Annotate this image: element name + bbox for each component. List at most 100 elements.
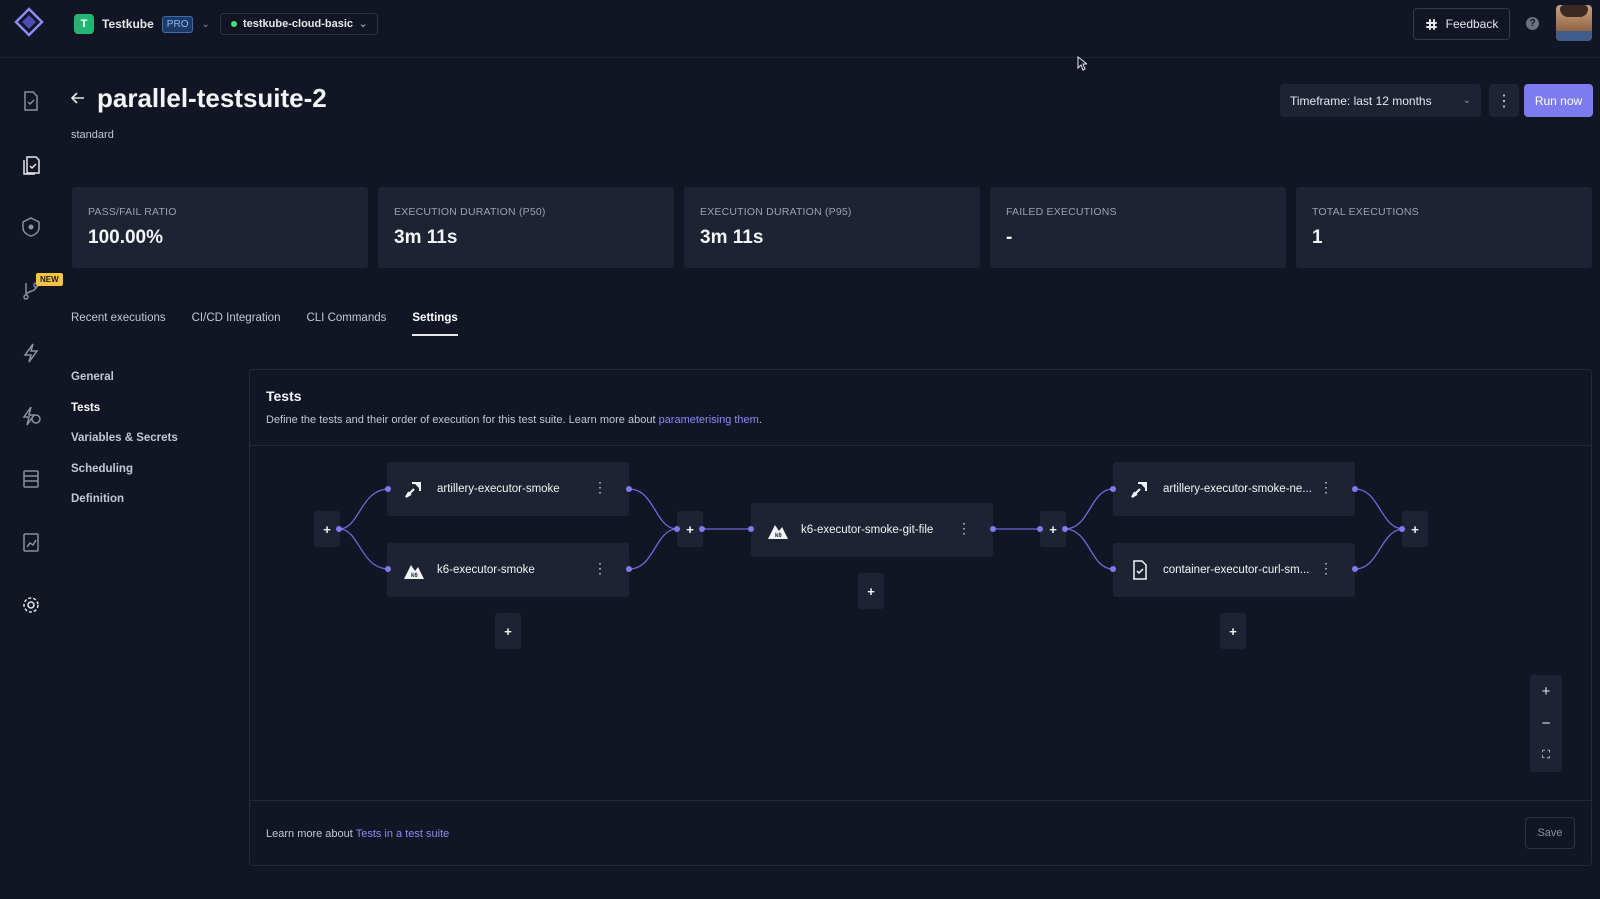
connector-dot: [626, 486, 632, 492]
test-node[interactable]: container-executor-curl-sm... ⋮: [1113, 543, 1355, 597]
environment-select[interactable]: testkube-cloud-basic ⌄: [220, 13, 379, 35]
test-node[interactable]: k6 k6-executor-smoke ⋮: [387, 543, 629, 597]
zoom-in-button[interactable]: +: [1530, 675, 1562, 707]
connector-dot: [1110, 566, 1116, 572]
timeframe-label: Timeframe: last 12 months: [1290, 93, 1432, 108]
connector-dot: [748, 526, 754, 532]
settings-nav-scheduling[interactable]: Scheduling: [71, 463, 178, 494]
k6-icon: k6: [768, 525, 788, 539]
panel-description: Define the tests and their order of exec…: [266, 414, 762, 426]
metric-label: EXECUTION DURATION (P95): [700, 206, 852, 218]
test-node[interactable]: k6 k6-executor-smoke-git-file ⋮: [751, 503, 993, 557]
file-icon: [1133, 560, 1147, 580]
test-node[interactable]: artillery-executor-smoke ⋮: [387, 462, 629, 516]
triggers-icon[interactable]: [20, 405, 42, 427]
page-title: parallel-testsuite-2: [97, 83, 327, 113]
save-button[interactable]: Save: [1525, 817, 1575, 849]
panel-title: Tests: [266, 388, 302, 404]
status-dot-icon: [231, 21, 237, 27]
connector-dot: [674, 526, 680, 532]
lightning-icon[interactable]: [20, 342, 42, 364]
feedback-button[interactable]: Feedback: [1413, 8, 1510, 40]
metric-duration-p95: EXECUTION DURATION (P95) 3m 11s: [684, 187, 980, 268]
tab-ci-cd-integration[interactable]: CI/CD Integration: [192, 312, 281, 336]
add-parallel-test-button[interactable]: +: [495, 613, 521, 649]
parameterising-link[interactable]: parameterising them: [659, 414, 759, 426]
add-parallel-test-button[interactable]: +: [1220, 613, 1246, 649]
connector-dot: [336, 526, 342, 532]
tests-in-suite-link[interactable]: Tests in a test suite: [356, 828, 450, 840]
connector-dot: [1110, 486, 1116, 492]
test-node-label: container-executor-curl-sm...: [1163, 564, 1310, 576]
divider: [250, 445, 1591, 446]
zoom-out-button[interactable]: −: [1530, 707, 1562, 739]
reports-icon[interactable]: [20, 531, 42, 553]
org-name: Testkube: [102, 17, 154, 31]
panel-footer: Learn more about Tests in a test suite: [266, 828, 450, 840]
gear-icon[interactable]: [20, 594, 42, 616]
node-menu-icon[interactable]: ⋮: [1319, 560, 1333, 577]
tab-cli-commands[interactable]: CLI Commands: [306, 312, 386, 336]
metric-label: PASS/FAIL RATIO: [88, 206, 177, 218]
run-now-button[interactable]: Run now: [1524, 84, 1593, 117]
testkube-logo-icon[interactable]: [14, 7, 44, 37]
svg-text:k6: k6: [775, 533, 782, 539]
timeframe-select[interactable]: Timeframe: last 12 months ⌄: [1280, 84, 1481, 117]
metric-value: 3m 11s: [700, 227, 764, 248]
more-options-button[interactable]: ⋮: [1489, 84, 1519, 117]
help-icon[interactable]: ?: [1526, 17, 1539, 30]
tab-bar: Recent executions CI/CD Integration CLI …: [71, 312, 459, 336]
metric-failed-executions: FAILED EXECUTIONS -: [990, 187, 1286, 268]
page-subtitle: standard: [71, 129, 114, 141]
node-menu-icon[interactable]: ⋮: [593, 479, 607, 496]
feedback-label: Feedback: [1445, 17, 1499, 31]
fit-view-button[interactable]: ⛶: [1530, 739, 1562, 771]
metric-value: 100.00%: [88, 227, 164, 248]
tests-panel: Tests Define the tests and their order o…: [249, 369, 1592, 866]
chevron-down-icon: ⌄: [1462, 95, 1471, 106]
metric-total-executions: TOTAL EXECUTIONS 1: [1296, 187, 1592, 268]
tab-recent-executions[interactable]: Recent executions: [71, 312, 166, 336]
plan-badge: PRO: [161, 15, 194, 33]
svg-text:k6: k6: [411, 573, 418, 579]
settings-nav-tests[interactable]: Tests: [71, 402, 178, 433]
divider: [250, 800, 1591, 801]
executors-icon[interactable]: [20, 468, 42, 490]
test-node[interactable]: artillery-executor-smoke-ne... ⋮: [1113, 462, 1355, 516]
environment-name: testkube-cloud-basic: [243, 18, 354, 30]
test-node-label: k6-executor-smoke: [437, 564, 535, 576]
slack-icon: [1425, 18, 1437, 30]
settings-nav-general[interactable]: General: [71, 371, 178, 402]
user-avatar[interactable]: [1556, 5, 1592, 41]
metric-value: -: [1006, 227, 1013, 248]
tab-settings[interactable]: Settings: [412, 312, 459, 336]
settings-nav-variables-secrets[interactable]: Variables & Secrets: [71, 432, 178, 463]
add-test-button[interactable]: +: [1402, 511, 1428, 547]
settings-nav: General Tests Variables & Secrets Schedu…: [71, 371, 178, 524]
node-menu-icon[interactable]: ⋮: [1319, 479, 1333, 496]
node-menu-icon[interactable]: ⋮: [957, 520, 971, 537]
org-switcher[interactable]: T Testkube PRO ⌄: [74, 14, 210, 34]
connector-dot: [1352, 566, 1358, 572]
connector-dot: [1352, 486, 1358, 492]
metric-label: TOTAL EXECUTIONS: [1312, 206, 1419, 218]
chevron-down-icon: ⌄: [359, 18, 368, 30]
add-parallel-test-button[interactable]: +: [858, 573, 884, 609]
back-arrow-icon[interactable]: [70, 90, 86, 106]
connector-dot: [699, 526, 705, 532]
metric-value: 1: [1312, 227, 1323, 248]
k6-icon: k6: [404, 565, 424, 579]
connector-dot: [1062, 526, 1068, 532]
metric-value: 3m 11s: [394, 227, 458, 248]
tests-icon[interactable]: [20, 90, 42, 112]
connector-dot: [385, 566, 391, 572]
shield-icon[interactable]: [20, 216, 42, 238]
new-badge: NEW: [36, 273, 63, 286]
mouse-cursor-icon: [1077, 56, 1087, 71]
sidebar: NEW: [0, 58, 63, 899]
node-menu-icon[interactable]: ⋮: [593, 560, 607, 577]
settings-nav-definition[interactable]: Definition: [71, 493, 178, 524]
test-node-label: artillery-executor-smoke-ne...: [1163, 483, 1312, 495]
test-suites-icon[interactable]: [20, 153, 42, 175]
connector-dot: [385, 486, 391, 492]
